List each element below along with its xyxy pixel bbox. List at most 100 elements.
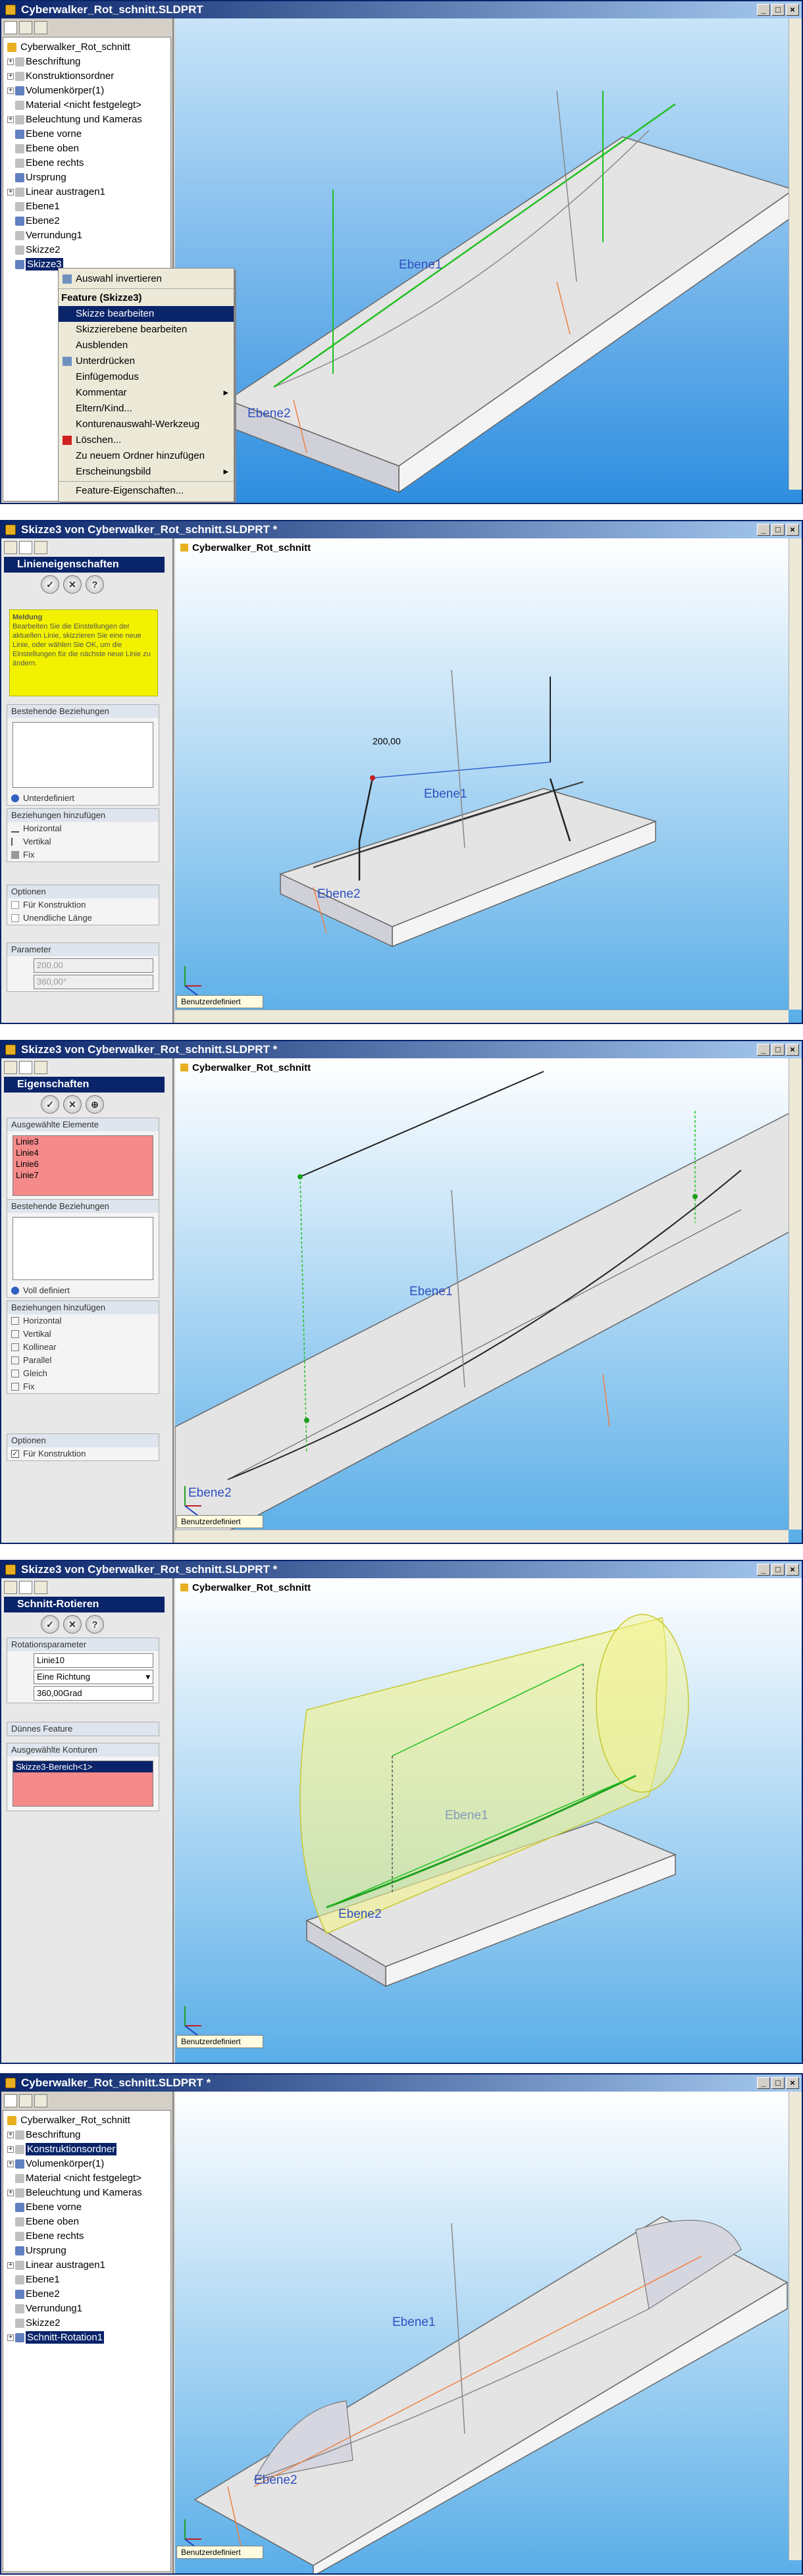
tree-item-konstruktionsordner[interactable]: + Konstruktionsordner xyxy=(3,69,170,84)
minimize-button[interactable]: _ xyxy=(757,524,770,536)
configurationmanager-tab[interactable] xyxy=(34,1061,47,1074)
vertical-scrollbar[interactable] xyxy=(789,1058,802,1530)
option-construction[interactable]: ✓ Für Konstruktion xyxy=(7,1447,159,1460)
relation-vertikal[interactable]: Vertikal xyxy=(7,1327,159,1341)
angle-field[interactable]: 360,00Grad xyxy=(34,1686,153,1701)
tree-item-skizze2[interactable]: Skizze2 xyxy=(3,2316,170,2331)
expand-icon[interactable]: + xyxy=(7,2190,14,2196)
propertymanager-tab[interactable] xyxy=(19,541,32,554)
graphics-area[interactable]: Cyberwalker_Rot_schnitt 200,00 Ebene1 Eb… xyxy=(175,538,802,1023)
cancel-button[interactable]: ✕ xyxy=(63,1095,82,1114)
propertymanager-tab[interactable] xyxy=(19,2094,32,2107)
featuremanager-tab[interactable] xyxy=(4,2094,17,2107)
tree-item-beschriftung[interactable]: + Beschriftung xyxy=(3,55,170,69)
view-mode-select[interactable]: Benutzerdefiniert xyxy=(176,2035,263,2048)
tree-item-konstruktionsordner[interactable]: + Konstruktionsordner xyxy=(3,2142,170,2157)
tree-item-ebene-rechts[interactable]: Ebene rechts xyxy=(3,156,170,170)
tree-item-cyberwalker-rot-schnitt[interactable]: Cyberwalker_Rot_schnitt xyxy=(3,40,170,55)
expand-icon[interactable]: + xyxy=(7,2161,14,2167)
tree-item-ebene1[interactable]: Ebene1 xyxy=(3,2273,170,2287)
minimize-button[interactable]: _ xyxy=(757,2077,770,2089)
configurationmanager-tab[interactable] xyxy=(34,2094,47,2107)
relation-parallel[interactable]: Parallel xyxy=(7,1354,159,1367)
tree-item-material-nicht-festgelegt[interactable]: Material <nicht festgelegt> xyxy=(3,98,170,113)
direction-select[interactable]: Eine Richtung ▾ xyxy=(34,1670,153,1684)
tree-item-ebene-oben[interactable]: Ebene oben xyxy=(3,2215,170,2229)
menu-item-zu-neuem-ordner-hinzuf-gen[interactable]: Zu neuem Ordner hinzufügen xyxy=(59,448,234,464)
tree-item-ebene-vorne[interactable]: Ebene vorne xyxy=(3,127,170,142)
featuremanager-tab[interactable] xyxy=(4,1581,17,1594)
tree-item-volumenk-rper-1[interactable]: + Volumenkörper(1) xyxy=(3,84,170,98)
relation-horizontal[interactable]: Horizontal xyxy=(7,1314,159,1327)
close-button[interactable]: × xyxy=(786,524,799,536)
graphics-area[interactable]: Ebene1 Ebene2 xyxy=(175,18,802,503)
expand-icon[interactable]: + xyxy=(7,2262,14,2269)
expand-icon[interactable]: + xyxy=(7,189,14,195)
menu-item-skizzierebene-bearbeiten[interactable]: Skizzierebene bearbeiten xyxy=(59,322,234,338)
tree-item-ebene-oben[interactable]: Ebene oben xyxy=(3,142,170,156)
relation-fix[interactable]: Fix xyxy=(7,848,159,862)
tree-item-ursprung[interactable]: Ursprung xyxy=(3,170,170,185)
minimize-button[interactable]: _ xyxy=(757,4,770,16)
close-button[interactable]: × xyxy=(786,2077,799,2089)
propertymanager-tab[interactable] xyxy=(19,1581,32,1594)
featuremanager-tab[interactable] xyxy=(4,541,17,554)
pin-button[interactable]: ⊕ xyxy=(86,1095,104,1114)
tree-item-linear-austragen1[interactable]: + Linear austragen1 xyxy=(3,185,170,199)
tree-item-beschriftung[interactable]: + Beschriftung xyxy=(3,2128,170,2142)
relation-kollinear[interactable]: Kollinear xyxy=(7,1341,159,1354)
tree-item-material-nicht-festgelegt[interactable]: Material <nicht festgelegt> xyxy=(3,2171,170,2186)
featuremanager-tab[interactable] xyxy=(4,1061,17,1074)
horizontal-scrollbar[interactable] xyxy=(175,1010,789,1023)
menu-item-auswahl-invertieren[interactable]: Auswahl invertieren xyxy=(59,271,234,287)
option-infinite-length[interactable]: Unendliche Länge xyxy=(7,912,159,925)
tree-item-verrundung1[interactable]: Verrundung1 xyxy=(3,2302,170,2316)
vertical-scrollbar[interactable] xyxy=(789,2092,802,2560)
maximize-button[interactable]: □ xyxy=(771,2077,785,2089)
view-mode-select[interactable]: Benutzerdefiniert xyxy=(176,1515,263,1528)
expand-icon[interactable]: + xyxy=(7,59,14,65)
ok-button[interactable]: ✓ xyxy=(41,575,59,594)
configurationmanager-tab[interactable] xyxy=(34,1581,47,1594)
angle-field[interactable]: 360,00° xyxy=(34,975,153,989)
tree-item-ebene1[interactable]: Ebene1 xyxy=(3,199,170,214)
menu-item-skizze-bearbeiten[interactable]: Skizze bearbeiten xyxy=(59,306,234,322)
help-button[interactable]: ? xyxy=(86,575,104,594)
expand-icon[interactable]: + xyxy=(7,2146,14,2153)
minimize-button[interactable]: _ xyxy=(757,1044,770,1056)
tree-item-cyberwalker-rot-schnitt[interactable]: Cyberwalker_Rot_schnitt xyxy=(3,2113,170,2128)
propertymanager-tab[interactable] xyxy=(19,1061,32,1074)
tree-item-verrundung1[interactable]: Verrundung1 xyxy=(3,228,170,243)
vertical-scrollbar[interactable] xyxy=(789,538,802,1010)
axis-field[interactable]: Linie10 xyxy=(34,1653,153,1668)
option-construction[interactable]: Für Konstruktion xyxy=(7,898,159,912)
menu-item-ausblenden[interactable]: Ausblenden xyxy=(59,338,234,353)
expand-icon[interactable]: + xyxy=(7,73,14,80)
close-button[interactable]: × xyxy=(786,4,799,16)
relation-horizontal[interactable]: Horizontal xyxy=(7,822,159,835)
expand-icon[interactable]: + xyxy=(7,2132,14,2138)
vertical-scrollbar[interactable] xyxy=(789,18,802,490)
graphics-area[interactable]: Cyberwalker_Rot_schnitt Ebene1 Ebene2 Be… xyxy=(175,1578,802,2063)
selected-entity[interactable]: Linie4 xyxy=(13,1147,153,1158)
tree-item-schnitt-rotation1[interactable]: + Schnitt-Rotation1 xyxy=(3,2331,170,2345)
tree-item-beleuchtung-und-kameras[interactable]: + Beleuchtung und Kameras xyxy=(3,2186,170,2200)
cancel-button[interactable]: ✕ xyxy=(63,1615,82,1634)
menu-item-feature-eigenschaften[interactable]: Feature-Eigenschaften... xyxy=(59,483,234,499)
ok-button[interactable]: ✓ xyxy=(41,1095,59,1114)
close-button[interactable]: × xyxy=(786,1564,799,1576)
selected-entities-list[interactable]: Linie3 Linie4 Linie6 Linie7 xyxy=(13,1135,153,1196)
maximize-button[interactable]: □ xyxy=(771,524,785,536)
selected-entity[interactable]: Linie3 xyxy=(13,1136,153,1147)
featuremanager-tab[interactable] xyxy=(4,21,17,34)
tree-item-ebene2[interactable]: Ebene2 xyxy=(3,214,170,228)
menu-item-l-schen[interactable]: Löschen... xyxy=(59,432,234,448)
expand-icon[interactable]: + xyxy=(7,88,14,94)
cancel-button[interactable]: ✕ xyxy=(63,575,82,594)
contour-item[interactable]: Skizze3-Bereich<1> xyxy=(13,1761,153,1772)
tree-item-volumenk-rper-1[interactable]: + Volumenkörper(1) xyxy=(3,2157,170,2171)
configurationmanager-tab[interactable] xyxy=(34,21,47,34)
help-button[interactable]: ? xyxy=(86,1615,104,1634)
selected-entity[interactable]: Linie7 xyxy=(13,1170,153,1181)
maximize-button[interactable]: □ xyxy=(771,1564,785,1576)
